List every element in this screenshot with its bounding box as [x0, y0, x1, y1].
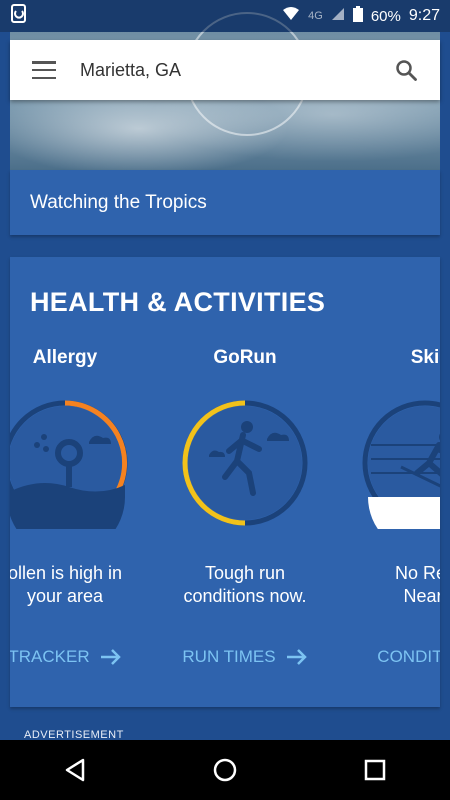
tracker-link-label: TRACKER: [10, 647, 90, 666]
arrow-right-icon: [100, 649, 121, 665]
conditions-link[interactable]: CONDITION: [340, 647, 440, 667]
app-notification-icon: [10, 3, 28, 29]
activity-title: Allergy: [32, 347, 98, 368]
run-times-link-label: RUN TIMES: [182, 647, 276, 666]
home-button[interactable]: [205, 750, 245, 790]
activity-ski[interactable]: Ski No Res Nearl CONDITION: [340, 347, 440, 666]
location-label[interactable]: Marietta, GA: [80, 60, 394, 81]
tropics-card[interactable]: Watching the Tropics: [10, 170, 440, 235]
activity-description-line1: ollen is high in: [10, 563, 123, 583]
activity-title: GoRun: [213, 347, 277, 368]
activity-title: Ski: [410, 347, 440, 368]
android-navigation-bar: [0, 740, 450, 800]
location-search-bar[interactable]: Marietta, GA: [10, 40, 440, 100]
arrow-right-icon: [286, 649, 307, 665]
clock: 9:27: [408, 7, 440, 24]
hamburger-menu-icon[interactable]: [32, 61, 56, 79]
back-button[interactable]: [55, 750, 95, 790]
recents-square-icon: [364, 759, 386, 781]
runner-icon: [182, 400, 308, 526]
search-icon[interactable]: [394, 58, 418, 82]
signal-icon: [331, 7, 345, 25]
network-type: 4G: [308, 10, 323, 22]
battery-icon: [352, 6, 363, 26]
activity-description-line2: conditions now.: [183, 586, 307, 606]
wifi-icon: [282, 7, 300, 25]
skier-icon: [362, 400, 440, 554]
activity-description-line1: Tough run: [204, 563, 286, 583]
activity-description-line2: Nearl: [403, 586, 440, 606]
activity-description-line1: No Res: [394, 563, 440, 583]
battery-percent: 60%: [370, 7, 401, 25]
allergy-pollen-icon: [10, 400, 128, 556]
run-times-link[interactable]: RUN TIMES: [160, 647, 330, 667]
back-triangle-icon: [65, 758, 85, 782]
recents-button[interactable]: [355, 750, 395, 790]
home-circle-icon: [213, 758, 237, 782]
section-title: HEALTH & ACTIVITIES: [30, 287, 326, 317]
conditions-link-label: CONDITION: [377, 647, 440, 666]
status-bar: 4G 60% 9:27: [0, 0, 450, 32]
activity-gorun[interactable]: GoRun Tough run conditions now. RUN TIME…: [160, 347, 330, 666]
health-activities-card: HEALTH & ACTIVITIES Allergy ollen is hig…: [10, 257, 440, 707]
tropics-card-label: Watching the Tropics: [30, 191, 207, 213]
tracker-link[interactable]: TRACKER: [10, 647, 150, 667]
activity-allergy[interactable]: Allergy ollen is high in your area TRACK…: [10, 347, 150, 666]
activity-description-line2: your area: [26, 586, 104, 606]
